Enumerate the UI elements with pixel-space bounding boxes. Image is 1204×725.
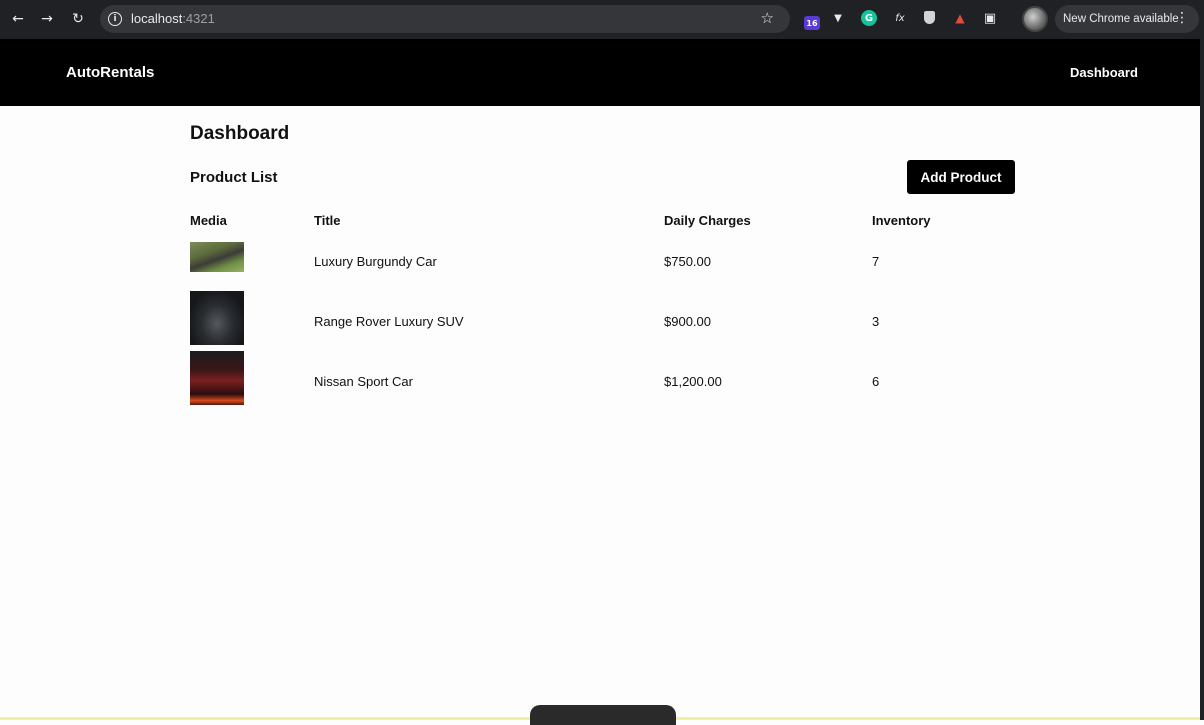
product-thumbnail: [190, 351, 244, 405]
brand-logo[interactable]: AutoRentals: [66, 64, 154, 81]
profile-avatar[interactable]: [1022, 6, 1048, 32]
bookmark-star-icon[interactable]: ☆: [761, 9, 774, 27]
product-inventory: 7: [872, 254, 880, 269]
chrome-update-button[interactable]: New Chrome available ⋮: [1055, 5, 1199, 33]
add-product-button[interactable]: Add Product: [907, 160, 1015, 194]
update-text: New Chrome available: [1063, 13, 1179, 25]
reload-icon[interactable]: ↻: [68, 9, 88, 29]
red-extension-icon[interactable]: ▲: [952, 10, 968, 26]
back-arrow-icon[interactable]: ←: [8, 9, 28, 29]
url-host: localhost: [131, 11, 183, 26]
nav-link-dashboard[interactable]: Dashboard: [1070, 65, 1138, 80]
extension-badge-count: 16: [806, 18, 818, 28]
puzzle-icon[interactable]: ▣: [982, 10, 998, 26]
product-daily-charge: $900.00: [664, 314, 711, 329]
pointer-cursor-icon: ☝: [969, 177, 978, 193]
url-text: localhost:4321: [131, 11, 215, 26]
column-header-daily-charges: Daily Charges: [664, 213, 751, 228]
grammarly-letter: G: [864, 12, 874, 24]
product-inventory: 6: [872, 374, 880, 389]
product-thumbnail: [190, 242, 244, 272]
shield-extension-icon[interactable]: [924, 11, 935, 24]
page-title: Dashboard: [190, 123, 290, 144]
forward-arrow-icon[interactable]: →: [37, 9, 57, 29]
column-header-media: Media: [190, 213, 227, 228]
column-header-inventory: Inventory: [872, 213, 931, 228]
product-daily-charge: $750.00: [664, 254, 711, 269]
grammarly-icon[interactable]: G: [861, 10, 877, 26]
app-header: AutoRentals Dashboard: [0, 39, 1200, 106]
product-daily-charge: $1,200.00: [664, 374, 722, 389]
section-title: Product List: [190, 169, 278, 186]
product-inventory: 3: [872, 314, 880, 329]
fx-extension-icon[interactable]: fx: [892, 10, 908, 26]
address-bar[interactable]: i localhost:4321 ☆: [100, 5, 790, 33]
kebab-menu-icon[interactable]: ⋮: [1175, 10, 1189, 26]
extension-badge-icon[interactable]: 16: [804, 16, 820, 30]
product-title: Luxury Burgundy Car: [314, 254, 437, 269]
browser-toolbar: ← → ↻ i localhost:4321 ☆ 16 ▼ G fx ▲ ▣ N…: [0, 0, 1204, 39]
info-icon[interactable]: i: [108, 12, 122, 26]
dock-bar: [530, 705, 676, 725]
product-title: Range Rover Luxury SUV: [314, 314, 464, 329]
fx-letter: fx: [895, 12, 905, 24]
column-header-title: Title: [314, 213, 341, 228]
window-edge: [1200, 39, 1204, 720]
product-title: Nissan Sport Car: [314, 374, 413, 389]
url-port: :4321: [182, 11, 215, 26]
product-thumbnail: [190, 291, 244, 345]
vue-devtools-icon[interactable]: ▼: [830, 10, 846, 26]
